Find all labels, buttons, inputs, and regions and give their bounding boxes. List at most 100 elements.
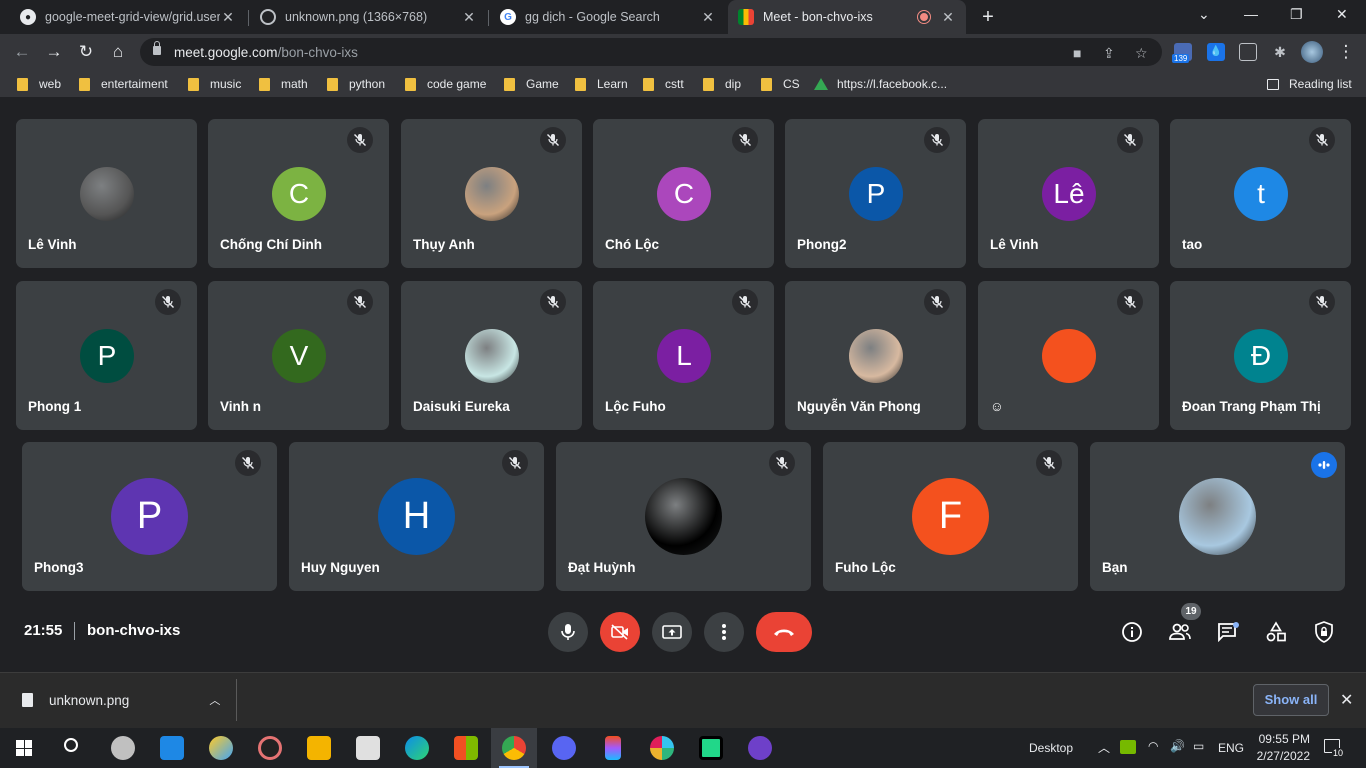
bookmark-link[interactable]: https://l.facebook.c... xyxy=(814,77,947,91)
app-icon[interactable] xyxy=(111,736,135,760)
github-desktop-icon[interactable] xyxy=(748,736,772,760)
file-explorer-icon[interactable] xyxy=(307,736,331,760)
bookmark-folder[interactable]: entertaiment xyxy=(79,77,168,91)
calendar-icon[interactable] xyxy=(160,736,184,760)
reload-button[interactable]: ↻ xyxy=(75,41,97,63)
bookmark-folder[interactable]: dip xyxy=(703,77,741,91)
tab-github[interactable]: ● google-meet-grid-view/grid.user ✕ xyxy=(10,0,246,34)
wifi-icon[interactable]: ◠ xyxy=(1148,739,1158,753)
media-player-icon[interactable] xyxy=(258,736,282,760)
camera-icon[interactable]: ■ xyxy=(1073,45,1081,61)
share-icon[interactable]: ⇪ xyxy=(1103,45,1115,62)
paint-icon[interactable] xyxy=(209,736,233,760)
close-download-bar-icon[interactable]: ✕ xyxy=(1340,690,1353,710)
camera-off-icon xyxy=(611,624,628,640)
camera-off-button[interactable] xyxy=(600,612,640,652)
tab-search[interactable]: G gg dịch - Google Search ✕ xyxy=(490,0,726,34)
chrome-taskbar-item[interactable] xyxy=(491,728,537,768)
participant-tile[interactable]: Lê Lê Vinh xyxy=(978,119,1159,268)
meeting-time: 21:55 xyxy=(24,622,63,639)
chevron-up-icon[interactable]: ︿ xyxy=(209,692,220,708)
participant-tile[interactable]: Bạn xyxy=(1090,442,1345,591)
bookmark-folder[interactable]: CS xyxy=(761,77,800,91)
bookmark-folder[interactable]: music xyxy=(188,77,241,91)
tab-search-icon[interactable]: ⌄ xyxy=(1198,6,1210,23)
people-button[interactable] xyxy=(1166,618,1194,646)
participant-tile[interactable]: t tao xyxy=(1170,119,1351,268)
new-tab-button[interactable]: + xyxy=(977,6,999,29)
tab-meet[interactable]: Meet - bon-chvo-ixs ✕ xyxy=(728,0,966,34)
participant-tile[interactable]: Thụy Anh xyxy=(401,119,582,268)
show-all-button[interactable]: Show all xyxy=(1253,684,1329,716)
meeting-details-button[interactable] xyxy=(1118,618,1146,646)
participant-tile[interactable]: H Huy Nguyen xyxy=(289,442,544,591)
bookmark-folder[interactable]: code game xyxy=(405,77,486,91)
participant-tile[interactable]: P Phong 1 xyxy=(16,281,197,430)
reading-list-button[interactable]: Reading list xyxy=(1267,77,1352,91)
close-tab-icon[interactable]: ✕ xyxy=(940,9,956,26)
mic-button[interactable] xyxy=(548,612,588,652)
close-tab-icon[interactable]: ✕ xyxy=(700,9,716,26)
figma-icon[interactable] xyxy=(605,736,621,760)
participant-tile[interactable]: Daisuki Eureka xyxy=(401,281,582,430)
address-bar[interactable]: meet.google.com/bon-chvo-ixs ■ ⇪ ☆ xyxy=(140,38,1162,66)
water-drop-icon[interactable]: 💧 xyxy=(1207,43,1225,61)
close-tab-icon[interactable]: ✕ xyxy=(461,9,477,26)
bookmark-folder[interactable]: python xyxy=(327,77,385,91)
host-controls-button[interactable] xyxy=(1310,618,1338,646)
participant-tile[interactable]: P Phong2 xyxy=(785,119,966,268)
store-icon[interactable] xyxy=(454,736,478,760)
close-tab-icon[interactable]: ✕ xyxy=(220,9,236,26)
participant-tile[interactable]: P Phong3 xyxy=(22,442,277,591)
language-indicator[interactable]: ENG xyxy=(1218,741,1244,755)
back-button[interactable]: ← xyxy=(11,41,33,63)
chevron-up-icon[interactable]: ︿ xyxy=(1098,739,1110,756)
bookmark-folder[interactable]: web xyxy=(17,77,61,91)
volume-icon[interactable]: 🔊 xyxy=(1170,739,1185,753)
tab-image[interactable]: unknown.png (1366×768) ✕ xyxy=(250,0,487,34)
puzzle-icon[interactable]: ✱ xyxy=(1271,43,1289,61)
slack-icon[interactable] xyxy=(650,736,674,760)
bookmark-folder[interactable]: Learn xyxy=(575,77,628,91)
end-call-button[interactable] xyxy=(756,612,812,652)
restore-button[interactable]: ❐ xyxy=(1290,6,1303,23)
bookmark-folder[interactable]: cstt xyxy=(643,77,684,91)
close-window-button[interactable]: ✕ xyxy=(1336,6,1348,23)
desktop-toolbar-label[interactable]: Desktop xyxy=(1029,741,1073,755)
profile-avatar[interactable] xyxy=(1301,41,1323,63)
participant-tile[interactable]: Đ Đoan Trang Phạm Thị xyxy=(1170,281,1351,430)
discord-icon[interactable] xyxy=(552,736,576,760)
download-item[interactable]: unknown.png ︿ xyxy=(22,692,220,708)
participant-tile[interactable]: Đạt Huỳnh xyxy=(556,442,811,591)
snipping-tool-icon[interactable] xyxy=(356,736,380,760)
taskbar-date[interactable]: 2/27/2022 xyxy=(1252,749,1310,763)
home-icon[interactable]: ⌂ xyxy=(107,41,129,63)
participant-tile[interactable]: V Vinh n xyxy=(208,281,389,430)
bookmark-star-icon[interactable]: ☆ xyxy=(1135,45,1148,62)
bookmark-folder[interactable]: math xyxy=(259,77,308,91)
participant-tile[interactable]: Lê Vinh xyxy=(16,119,197,268)
grid-extension-icon[interactable] xyxy=(1239,43,1257,61)
participant-tile[interactable]: L Lộc Fuho xyxy=(593,281,774,430)
forward-button[interactable]: → xyxy=(43,41,65,63)
more-options-button[interactable] xyxy=(704,612,744,652)
participant-tile[interactable]: ☺ xyxy=(978,281,1159,430)
menu-icon[interactable]: ⋮ xyxy=(1335,41,1357,63)
participant-avatar: L xyxy=(657,329,711,383)
battery-icon[interactable]: ▭ xyxy=(1193,739,1204,753)
minimize-button[interactable]: — xyxy=(1244,6,1258,22)
bookmark-folder[interactable]: Game xyxy=(504,77,559,91)
participant-tile[interactable]: C Chống Chí Dinh xyxy=(208,119,389,268)
participant-tile[interactable]: Nguyễn Văn Phong xyxy=(785,281,966,430)
chat-button[interactable] xyxy=(1214,618,1242,646)
taskbar-time[interactable]: 09:55 PM xyxy=(1256,732,1310,746)
participant-tile[interactable]: F Fuho Lộc xyxy=(823,442,1078,591)
present-button[interactable] xyxy=(652,612,692,652)
search-icon[interactable] xyxy=(64,738,78,752)
participant-tile[interactable]: C Chó Lộc xyxy=(593,119,774,268)
edge-icon[interactable] xyxy=(405,736,429,760)
activities-button[interactable] xyxy=(1262,618,1290,646)
windows-start-icon[interactable] xyxy=(16,740,32,756)
pycharm-icon[interactable] xyxy=(699,736,723,760)
nvidia-icon[interactable] xyxy=(1120,740,1136,754)
